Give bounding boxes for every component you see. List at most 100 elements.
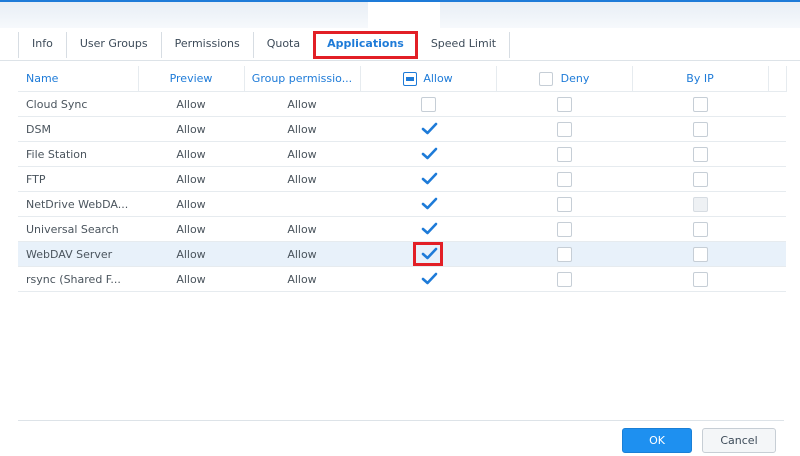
cell-deny	[496, 91, 632, 117]
cancel-button[interactable]: Cancel	[702, 428, 776, 453]
cell-allow	[360, 191, 496, 217]
column-header-spacer	[768, 66, 787, 92]
by-ip-checkbox[interactable]	[692, 271, 708, 287]
table-row[interactable]: NetDrive WebDA... Allow	[18, 191, 786, 217]
allow-checkbox[interactable]	[421, 197, 437, 212]
tab-applications-label: Applications	[327, 37, 404, 50]
allow-all-checkbox[interactable]	[403, 71, 418, 86]
cell-group-permission: Allow	[244, 166, 360, 192]
deny-checkbox[interactable]	[556, 246, 572, 262]
cell-deny	[496, 166, 632, 192]
by-ip-checkbox[interactable]	[692, 171, 708, 187]
cell-name: WebDAV Server	[18, 241, 138, 267]
table-row[interactable]: DSM Allow Allow	[18, 116, 786, 142]
by-ip-checkbox[interactable]	[692, 246, 708, 262]
cell-byip	[632, 91, 768, 117]
table-row[interactable]: Universal Search Allow Allow	[18, 216, 786, 242]
allow-checkbox[interactable]	[420, 96, 436, 112]
cell-spacer	[768, 241, 786, 267]
cell-deny	[496, 141, 632, 167]
cell-deny	[496, 191, 632, 217]
by-ip-checkbox[interactable]	[692, 96, 708, 112]
cell-allow	[360, 91, 496, 117]
tab-user-groups[interactable]: User Groups	[67, 32, 162, 58]
allow-checkbox[interactable]	[421, 222, 437, 237]
tab-divider	[0, 60, 800, 61]
tab-speed-limit[interactable]: Speed Limit	[418, 32, 511, 58]
cell-allow	[360, 216, 496, 242]
deny-all-checkbox[interactable]	[538, 71, 553, 86]
by-ip-checkbox[interactable]	[692, 121, 708, 137]
deny-checkbox[interactable]	[556, 96, 572, 112]
deny-checkbox[interactable]	[556, 171, 572, 187]
cell-group-permission: Allow	[244, 141, 360, 167]
cell-preview: Allow	[138, 141, 244, 167]
cell-spacer	[768, 91, 786, 117]
cell-group-permission: Allow	[244, 91, 360, 117]
table-body: Cloud Sync Allow Allow DSM Allow Allow File St…	[18, 91, 786, 292]
cell-spacer	[768, 141, 786, 167]
tab-applications[interactable]: Applications	[313, 31, 418, 59]
cell-name: DSM	[18, 116, 138, 142]
cell-preview: Allow	[138, 216, 244, 242]
cell-deny	[496, 116, 632, 142]
deny-header-label: Deny	[560, 71, 590, 85]
cell-byip	[632, 141, 768, 167]
allow-checkbox[interactable]	[421, 247, 437, 262]
column-header-deny[interactable]: Deny	[496, 66, 633, 92]
cell-spacer	[768, 191, 786, 217]
column-header-preview[interactable]: Preview	[138, 66, 245, 92]
by-ip-checkbox	[692, 196, 708, 212]
tab-permissions[interactable]: Permissions	[162, 32, 254, 58]
deny-checkbox[interactable]	[556, 121, 572, 137]
cell-allow	[360, 166, 496, 192]
column-header-by-ip[interactable]: By IP	[632, 66, 769, 92]
window-title-bar	[0, 0, 800, 28]
allow-checkbox[interactable]	[421, 147, 437, 162]
deny-checkbox[interactable]	[556, 196, 572, 212]
by-ip-checkbox[interactable]	[692, 221, 708, 237]
cell-spacer	[768, 216, 786, 242]
cell-preview: Allow	[138, 91, 244, 117]
cell-group-permission: Allow	[244, 116, 360, 142]
allow-checkbox[interactable]	[421, 122, 437, 137]
column-header-allow[interactable]: Allow	[360, 66, 497, 92]
cell-name: File Station	[18, 141, 138, 167]
cell-spacer	[768, 166, 786, 192]
cell-group-permission: Allow	[244, 266, 360, 292]
cell-group-permission	[244, 191, 360, 217]
deny-checkbox[interactable]	[556, 221, 572, 237]
ok-button[interactable]: OK	[622, 428, 692, 453]
cell-group-permission: Allow	[244, 241, 360, 267]
allow-checkbox[interactable]	[421, 272, 437, 287]
table-row[interactable]: File Station Allow Allow	[18, 141, 786, 167]
cell-preview: Allow	[138, 166, 244, 192]
column-header-name[interactable]: Name	[18, 66, 139, 92]
by-ip-checkbox[interactable]	[692, 146, 708, 162]
cell-byip	[632, 191, 768, 217]
cell-spacer	[768, 266, 786, 292]
table-row[interactable]: FTP Allow Allow	[18, 166, 786, 192]
cell-spacer	[768, 116, 786, 142]
deny-checkbox[interactable]	[556, 271, 572, 287]
tab-bar: Info User Groups Permissions Quota Appli…	[18, 31, 511, 59]
cell-deny	[496, 266, 632, 292]
table-header-row: Name Preview Group permissio... Allow De…	[18, 66, 787, 92]
allow-checkbox[interactable]	[421, 172, 437, 187]
cell-name: Cloud Sync	[18, 91, 138, 117]
cell-name: FTP	[18, 166, 138, 192]
table-row[interactable]: Cloud Sync Allow Allow	[18, 91, 786, 117]
cell-group-permission: Allow	[244, 216, 360, 242]
cell-preview: Allow	[138, 266, 244, 292]
table-row[interactable]: rsync (Shared F... Allow Allow	[18, 266, 786, 292]
tab-quota[interactable]: Quota	[254, 32, 315, 58]
column-header-group-permission[interactable]: Group permissio...	[244, 66, 361, 92]
cell-name: NetDrive WebDA...	[18, 191, 138, 217]
cell-name: rsync (Shared F...	[18, 266, 138, 292]
cell-deny	[496, 216, 632, 242]
cell-preview: Allow	[138, 116, 244, 142]
deny-checkbox[interactable]	[556, 146, 572, 162]
tab-info[interactable]: Info	[18, 32, 67, 58]
table-row[interactable]: WebDAV Server Allow Allow	[18, 241, 786, 267]
cell-name: Universal Search	[18, 216, 138, 242]
